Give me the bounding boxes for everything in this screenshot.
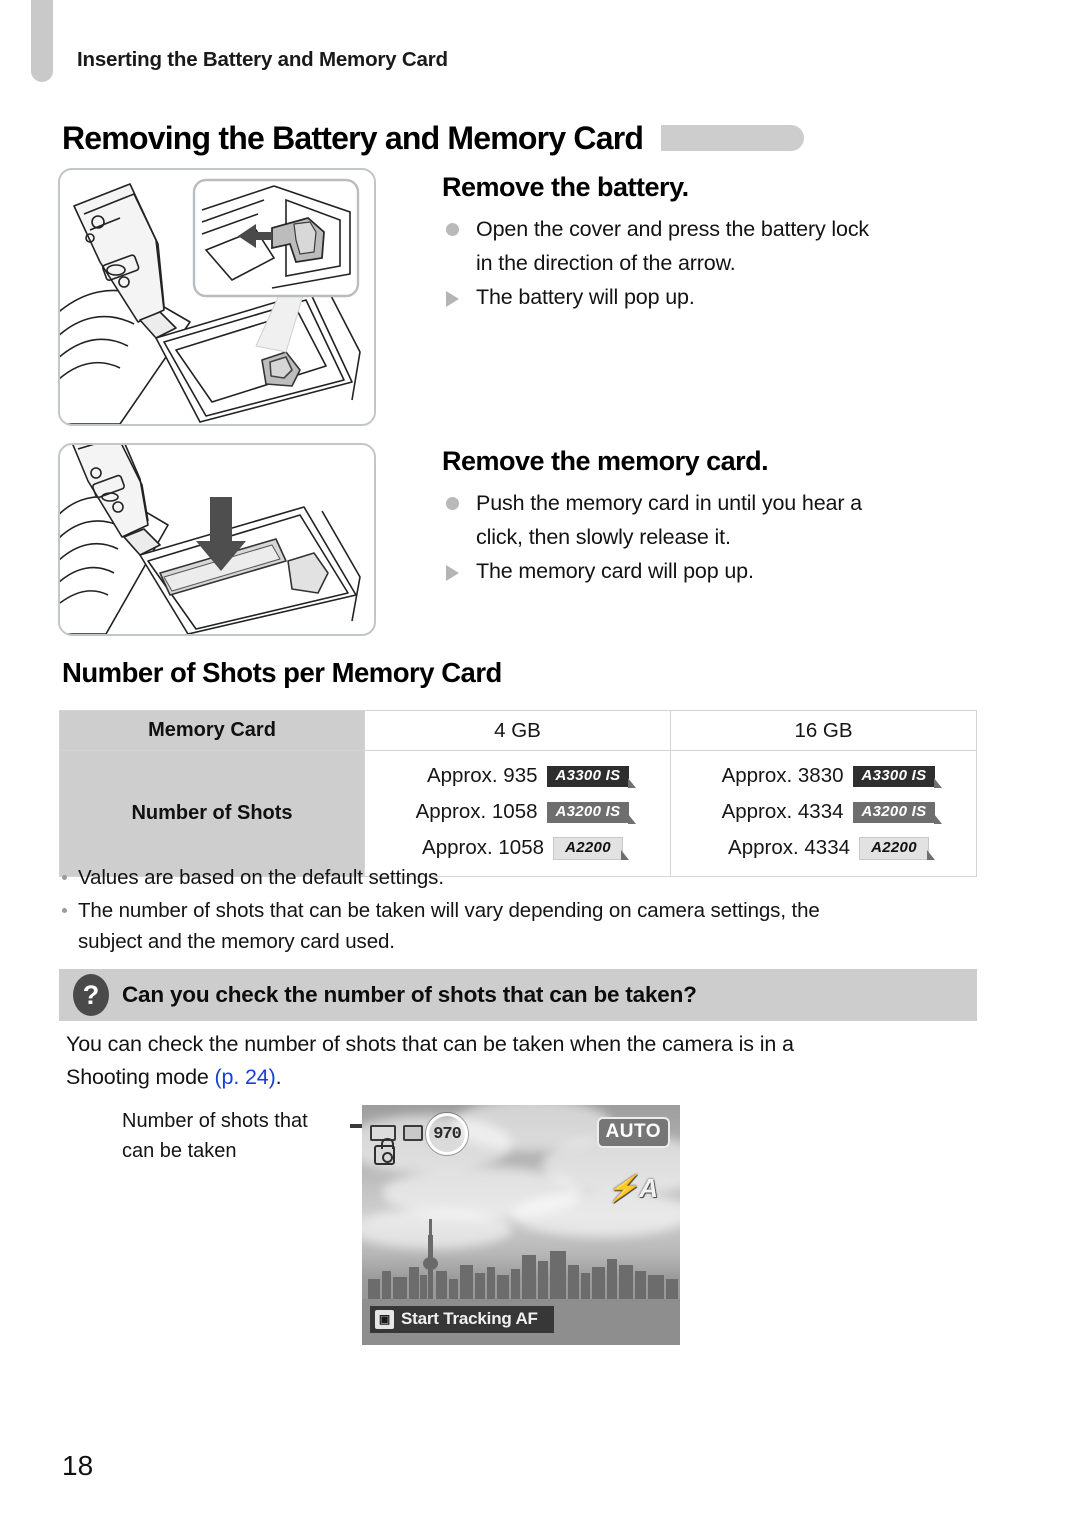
shots-per-card-table: Memory Card 4 GB 16 GB Number of Shots A… [59, 710, 977, 877]
shot-value: Approx. 935 [426, 764, 538, 787]
shot-entry: Approx. 1058 A2200 [365, 830, 670, 866]
note-bullet-icon [62, 908, 67, 913]
bullet-dot-icon [446, 223, 459, 236]
answer-line-1: You can check the number of shots that c… [66, 1032, 794, 1056]
cell-shots-4gb: Approx. 935 A3300 IS Approx. 1058 A3200 … [364, 750, 671, 877]
row-header-memory-card: Memory Card [59, 710, 365, 751]
question-mark-icon: ? [73, 974, 109, 1016]
answer-line-2-suffix: . [275, 1065, 282, 1089]
row-header-number-of-shots: Number of Shots [59, 750, 365, 877]
step-result: The battery will pop up. [442, 280, 1000, 314]
step-bullet: Push the memory card in until you hear a [442, 486, 1000, 520]
table-notes: Values are based on the default settings… [60, 862, 980, 959]
shot-value: Approx. 1058 [422, 836, 544, 859]
callout-label: Number of shots that can be taken [122, 1106, 362, 1166]
shots-remaining-value: 970 [433, 1124, 462, 1144]
running-header: Inserting the Battery and Memory Card [77, 48, 448, 71]
step-bullet-text: Push the memory card in until you hear a [476, 491, 862, 515]
column-header-4gb: 4 GB [364, 710, 671, 751]
shot-entry: Approx. 935 A3300 IS [365, 758, 670, 794]
tip-question-box: ? Can you check the number of shots that… [59, 969, 977, 1021]
model-badge-a3300is: A3300 IS [546, 765, 637, 788]
page-title-row: Removing the Battery and Memory Card [62, 114, 992, 162]
step-bullet-cont: in the direction of the arrow. [476, 251, 736, 275]
model-badge-a2200: A2200 [553, 836, 629, 860]
question-answer-body: You can check the number of shots that c… [66, 1028, 981, 1094]
step-result-text: The battery will pop up. [476, 285, 695, 309]
note-text: The number of shots that can be taken wi… [78, 899, 820, 922]
camera-lcd-screenshot: 970 AUTO ⚡A ▣ Start Tracking AF [362, 1105, 680, 1345]
flash-auto-icon: ⚡A [606, 1173, 658, 1203]
shot-entry: Approx. 4334 A2200 [671, 830, 976, 866]
note-text-cont: subject and the memory card used. [78, 930, 395, 953]
chapter-tab-marker [31, 0, 53, 82]
step-result-text: The memory card will pop up. [476, 559, 754, 583]
camera-battery-lock-lineart [60, 178, 361, 424]
callout-line-1: Number of shots that [122, 1110, 308, 1132]
note-item: Values are based on the default settings… [60, 862, 980, 893]
shots-remaining-highlight-circle: 970 [426, 1113, 468, 1155]
battery-icon [403, 1125, 423, 1141]
step-result: The memory card will pop up. [442, 554, 1000, 588]
illustration-remove-memory-card [58, 443, 376, 636]
answer-line-2-prefix: Shooting mode [66, 1065, 215, 1089]
note-item: The number of shots that can be taken wi… [60, 895, 980, 957]
shot-value: Approx. 1058 [415, 800, 538, 823]
step-title: Remove the memory card. [442, 446, 769, 476]
column-header-16gb: 16 GB [670, 710, 977, 751]
callout-line-2: can be taken [122, 1140, 237, 1162]
note-bullet-icon [62, 875, 67, 880]
frame-select-icon: ▣ [375, 1309, 394, 1329]
shot-value: Approx. 4334 [728, 836, 850, 859]
model-badge-a3200is: A3200 IS [546, 801, 637, 824]
inset-detail [192, 178, 360, 298]
manual-page: Inserting the Battery and Memory Card Re… [0, 0, 1080, 1521]
tracking-af-hint: ▣ Start Tracking AF [370, 1306, 554, 1333]
bullet-dot-icon [446, 497, 459, 510]
tracking-af-label: Start Tracking AF [401, 1309, 538, 1328]
step-remove-battery: Remove the battery. Open the cover and p… [442, 172, 1000, 314]
illustration-remove-battery [58, 168, 376, 426]
question-title: Can you check the number of shots that c… [122, 982, 697, 1007]
camera-memory-card-lineart [60, 445, 361, 634]
shot-entry: Approx. 3830 A3300 IS [671, 758, 976, 794]
bullet-triangle-icon [446, 291, 459, 307]
image-stabilizer-icon [374, 1138, 395, 1165]
cityscape-silhouette [362, 1219, 680, 1301]
step-title: Remove the battery. [442, 172, 689, 202]
section-heading: Number of Shots per Memory Card [62, 657, 502, 688]
shot-value: Approx. 3830 [721, 764, 844, 787]
shot-value: Approx. 4334 [721, 800, 844, 823]
model-badge-a3200is: A3200 IS [852, 801, 943, 824]
note-text: Values are based on the default settings… [78, 866, 444, 889]
model-badge-a3300is: A3300 IS [852, 765, 943, 788]
page-reference-link[interactable]: (p. 24) [215, 1065, 276, 1089]
shot-entry: Approx. 4334 A3200 IS [671, 794, 976, 830]
bullet-triangle-icon [446, 565, 459, 581]
title-decoration-bar [661, 125, 805, 151]
table-row-header: Memory Card 4 GB 16 GB [59, 710, 977, 751]
page-number: 18 [62, 1450, 94, 1481]
shooting-mode-badge: AUTO [596, 1117, 670, 1148]
step-bullet-text: Open the cover and press the battery loc… [476, 217, 870, 241]
cell-shots-16gb: Approx. 3830 A3300 IS Approx. 4334 A3200… [670, 750, 977, 877]
step-bullet: Open the cover and press the battery loc… [442, 212, 1000, 246]
model-badge-a2200: A2200 [859, 836, 935, 860]
table-row-shots: Number of Shots Approx. 935 A3300 IS App… [59, 750, 977, 877]
page-title: Removing the Battery and Memory Card [62, 119, 644, 156]
step-remove-memory-card: Remove the memory card. Push the memory … [442, 446, 1000, 588]
step-bullet-cont: click, then slowly release it. [476, 525, 731, 549]
shot-entry: Approx. 1058 A3200 IS [365, 794, 670, 830]
